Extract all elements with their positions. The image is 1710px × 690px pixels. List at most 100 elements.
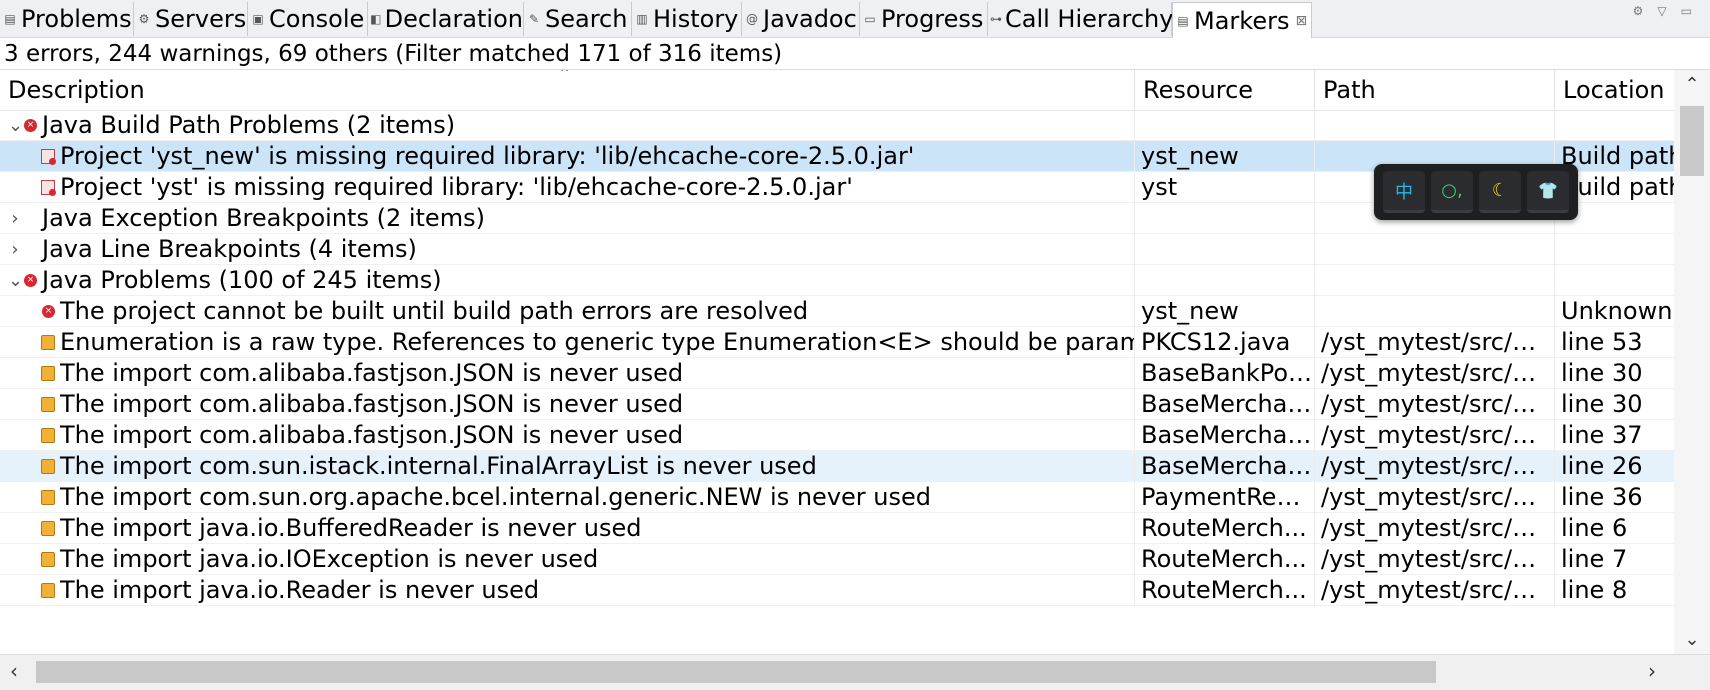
markers-icon: ▤ <box>1177 13 1189 28</box>
description-cell: › Java Exception Breakpoints (2 items) <box>0 203 1134 237</box>
minimize-icon[interactable]: ▽ <box>1657 4 1666 18</box>
warning-icon <box>41 428 55 443</box>
vertical-scroll-thumb[interactable] <box>1680 106 1704 176</box>
tab-history[interactable]: ▥ History <box>632 2 742 36</box>
path-cell <box>1314 234 1554 265</box>
declaration-icon: ◧ <box>370 12 382 26</box>
table-row[interactable]: The import com.alibaba.fastjson.JSON is … <box>0 358 1674 389</box>
resource-cell: PKCS12.java <box>1134 327 1314 358</box>
collapse-chevron-icon[interactable]: › <box>8 234 22 265</box>
column-header-path[interactable]: Path <box>1314 70 1554 110</box>
expand-chevron-icon[interactable]: ⌄ <box>8 265 23 296</box>
resource-cell: RouteMerch... <box>1134 513 1314 544</box>
ime-button-night[interactable]: ☾ <box>1479 171 1521 213</box>
error-icon: × <box>42 305 55 318</box>
resource-cell: BaseMerchan... <box>1134 389 1314 420</box>
location-cell <box>1554 234 1674 265</box>
table-row[interactable]: The import com.alibaba.fastjson.JSON is … <box>0 420 1674 451</box>
warning-icon <box>41 490 55 505</box>
warning-icon <box>41 583 55 598</box>
description-text: Project 'yst' is missing required librar… <box>60 173 853 201</box>
error-icon: × <box>24 274 37 287</box>
location-cell: line 53 <box>1554 327 1674 358</box>
description-cell: × The project cannot be built until build… <box>0 296 1134 330</box>
description-cell: › Java Line Breakpoints (4 items) <box>0 234 1134 268</box>
table-header: Description ⌃ Resource Path Location <box>0 70 1674 111</box>
description-cell: The import com.sun.istack.internal.Final… <box>0 451 1134 485</box>
view-menu-icon[interactable]: ⚙ <box>1633 4 1644 18</box>
scroll-right-icon[interactable]: › <box>1648 659 1656 683</box>
horizontal-scrollbar[interactable]: ‹ › <box>0 654 1710 690</box>
tab-label: Search <box>545 5 628 33</box>
location-cell <box>1554 110 1674 141</box>
resource-cell <box>1134 110 1314 141</box>
tab-javadoc[interactable]: @ Javadoc <box>742 2 860 36</box>
resource-cell: yst_new <box>1134 141 1314 172</box>
description-cell: Enumeration is a raw type. References to… <box>0 327 1134 361</box>
missing-library-icon <box>41 180 56 196</box>
path-cell: /yst_mytest/src/m... <box>1314 389 1554 420</box>
tab-markers[interactable]: ▤ Markers ⊠ <box>1172 2 1312 38</box>
tab-label: Call Hierarchy <box>1005 5 1174 33</box>
tree-group-row[interactable]: ⌄ × Java Build Path Problems (2 items) <box>0 110 1674 141</box>
table-row[interactable]: The import java.io.BufferedReader is nev… <box>0 513 1674 544</box>
location-cell: line 30 <box>1554 358 1674 389</box>
description-text: The import com.sun.org.apache.bcel.inter… <box>60 483 931 511</box>
description-text: The import com.alibaba.fastjson.JSON is … <box>60 390 684 418</box>
tab-label: Javadoc <box>763 5 857 33</box>
tree-group-row[interactable]: › Java Line Breakpoints (4 items) <box>0 234 1674 265</box>
expand-chevron-icon[interactable]: ⌄ <box>8 110 23 141</box>
resource-cell <box>1134 234 1314 265</box>
ime-button-punctuation[interactable]: ○, <box>1431 171 1473 213</box>
description-cell: The import com.alibaba.fastjson.JSON is … <box>0 420 1134 454</box>
markers-summary: 3 errors, 244 warnings, 69 others (Filte… <box>0 38 1710 70</box>
scroll-up-icon[interactable]: ⌃ <box>1674 74 1710 95</box>
path-cell <box>1314 296 1554 327</box>
location-cell: line 36 <box>1554 482 1674 513</box>
table-row[interactable]: Enumeration is a raw type. References to… <box>0 327 1674 358</box>
maximize-icon[interactable]: ▭ <box>1681 4 1692 18</box>
description-cell: The import java.io.Reader is never used <box>0 575 1134 609</box>
tab-call-hierarchy[interactable]: ⊶ Call Hierarchy <box>988 2 1174 36</box>
ime-button-chinese[interactable]: 中 <box>1383 171 1425 213</box>
tab-progress[interactable]: ▭ Progress <box>860 2 988 36</box>
close-icon[interactable]: ⊠ <box>1295 13 1307 29</box>
tab-console[interactable]: ▣ Console <box>248 2 368 36</box>
warning-icon <box>41 366 55 381</box>
horizontal-scroll-thumb[interactable] <box>36 661 1436 683</box>
vertical-scrollbar[interactable]: ⌃ ⌄ <box>1674 70 1710 654</box>
warning-icon <box>41 459 55 474</box>
column-header-location[interactable]: Location <box>1554 70 1674 110</box>
path-cell: /yst_mytest/src/m... <box>1314 327 1554 358</box>
table-row[interactable]: The import com.sun.istack.internal.Final… <box>0 451 1674 482</box>
resource-cell: BaseBankPos... <box>1134 358 1314 389</box>
console-icon: ▣ <box>252 12 264 26</box>
problems-icon: ▤ <box>4 12 16 26</box>
path-cell <box>1314 265 1554 296</box>
table-row[interactable]: The import com.alibaba.fastjson.JSON is … <box>0 389 1674 420</box>
location-cell: line 26 <box>1554 451 1674 482</box>
tab-declaration[interactable]: ◧ Declaration <box>368 2 524 36</box>
table-row[interactable]: The import com.sun.org.apache.bcel.inter… <box>0 482 1674 513</box>
description-cell: The import com.alibaba.fastjson.JSON is … <box>0 358 1134 392</box>
scroll-down-icon[interactable]: ⌄ <box>1674 629 1710 650</box>
description-cell: The import com.sun.org.apache.bcel.inter… <box>0 482 1134 516</box>
path-cell: /yst_mytest/src/m... <box>1314 451 1554 482</box>
tab-label: Servers <box>155 5 247 33</box>
tab-problems[interactable]: ▤ Problems <box>0 2 134 36</box>
path-cell: /yst_mytest/src/m... <box>1314 358 1554 389</box>
column-header-resource[interactable]: Resource <box>1134 70 1314 110</box>
tree-group-row[interactable]: ⌄ × Java Problems (100 of 245 items) <box>0 265 1674 296</box>
tab-search[interactable]: ✎ Search <box>524 2 632 36</box>
path-cell: /yst_mytest/src/m... <box>1314 420 1554 451</box>
table-row[interactable]: The import java.io.IOException is never … <box>0 544 1674 575</box>
scroll-left-icon[interactable]: ‹ <box>10 659 18 683</box>
markers-table: Description ⌃ Resource Path Location ⌄ × J… <box>0 70 1674 654</box>
table-row[interactable]: × The project cannot be built until build… <box>0 296 1674 327</box>
tab-servers[interactable]: ⚙ Servers <box>134 2 248 36</box>
resource-cell <box>1134 265 1314 296</box>
collapse-chevron-icon[interactable]: › <box>8 203 22 234</box>
ime-button-skin[interactable]: 👕 <box>1527 171 1569 213</box>
location-cell: line 8 <box>1554 575 1674 606</box>
table-row[interactable]: The import java.io.Reader is never used R… <box>0 575 1674 606</box>
